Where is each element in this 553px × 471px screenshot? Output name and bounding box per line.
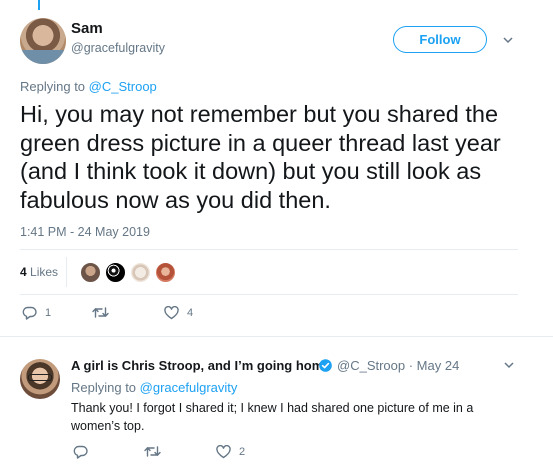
retweet-icon[interactable] [144, 445, 161, 458]
replying-to-link[interactable]: @C_Stroop [89, 79, 157, 94]
replying-to-line: Replying to @C_Stroop [20, 79, 157, 94]
reply-replying-prefix: Replying to [71, 380, 140, 395]
like-action[interactable]: 4 [164, 306, 193, 320]
liker-avatar[interactable] [130, 262, 151, 283]
likes-label: Likes [30, 265, 59, 279]
liker-avatar[interactable] [105, 262, 126, 283]
author-name[interactable]: Sam [71, 20, 103, 37]
reply-replying-to-link[interactable]: @gracefulgravity [140, 380, 238, 395]
likes-count: 4 [20, 265, 27, 279]
tweet-timestamp[interactable]: 1:41 PM - 24 May 2019 [20, 225, 150, 239]
reply-like-action[interactable]: 2 [216, 445, 245, 459]
liker-avatar[interactable] [155, 262, 176, 283]
reply-author-name[interactable]: A girl is Chris Stroop, and I’m going ho… [71, 358, 331, 373]
tweet-text: Hi, you may not remember but you shared … [20, 101, 501, 213]
reply-author-avatar[interactable] [20, 359, 60, 399]
reply-action[interactable]: 1 [22, 306, 51, 320]
thread-connector-line [38, 0, 40, 10]
divider [0, 336, 553, 337]
reply-retweet-action[interactable] [144, 445, 161, 458]
reply-author-handle[interactable]: @C_Stroop · May 24 [337, 358, 459, 373]
liker-avatar[interactable] [80, 262, 101, 283]
likes-stat[interactable]: 4 Likes [20, 265, 58, 279]
reply-icon[interactable] [73, 445, 88, 459]
replying-prefix: Replying to [20, 79, 89, 94]
chevron-down-icon[interactable] [504, 360, 514, 370]
chevron-down-icon[interactable] [503, 35, 513, 45]
reply-tweet-text: Thank you! I forgot I shared it; I knew … [71, 401, 474, 433]
reply-like-count: 2 [239, 446, 246, 458]
author-handle[interactable]: @gracefulgravity [71, 41, 165, 55]
reply-replying-to-line: Replying to @gracefulgravity [71, 380, 237, 395]
divider [20, 294, 518, 295]
reply-icon[interactable] [22, 306, 37, 320]
divider [20, 249, 518, 250]
reply-count: 1 [45, 307, 52, 319]
like-count: 4 [187, 307, 194, 319]
author-avatar[interactable] [20, 18, 66, 64]
likers-avatars [80, 262, 180, 283]
divider-vertical [66, 257, 67, 287]
retweet-action[interactable] [92, 306, 109, 319]
heart-icon[interactable] [216, 445, 231, 459]
follow-button[interactable]: Follow [393, 26, 487, 53]
reply-reply-action[interactable] [73, 445, 88, 459]
retweet-icon[interactable] [92, 306, 109, 319]
verified-badge-icon [319, 359, 332, 372]
heart-icon[interactable] [164, 306, 179, 320]
